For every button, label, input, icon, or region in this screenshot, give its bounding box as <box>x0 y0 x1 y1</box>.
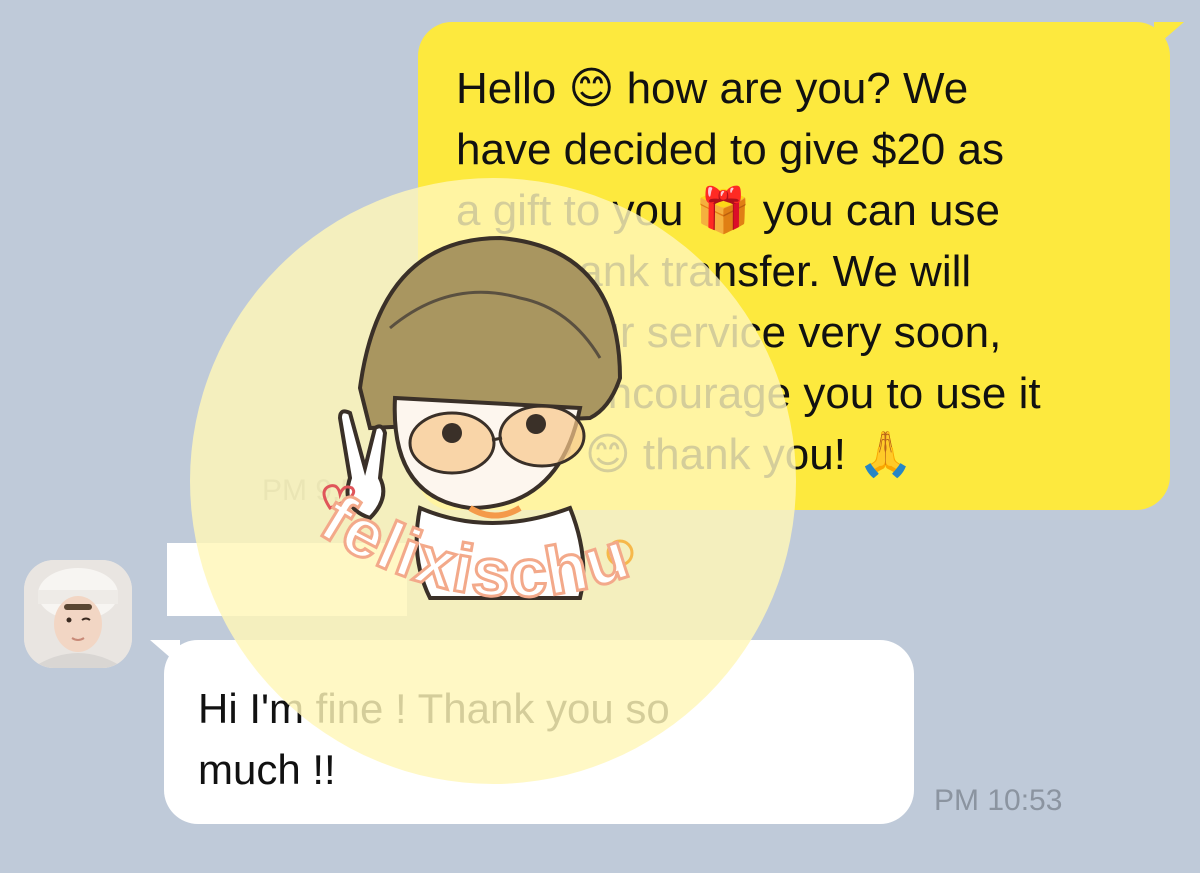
incoming-message-text: Hi I'm fine ! Thank you so much !! <box>198 685 670 793</box>
incoming-message-bubble[interactable]: Hi I'm fine ! Thank you so much !! <box>150 640 914 824</box>
outgoing-message-time: PM 9:53 <box>262 474 374 507</box>
avatar-photo-icon <box>24 560 132 668</box>
outgoing-message-text: Hello 😊 how are you? We have decided to … <box>456 64 1041 479</box>
sender-name <box>167 543 407 616</box>
incoming-message-time: PM 10:53 <box>934 784 1063 817</box>
outgoing-message-bubble[interactable]: Hello 😊 how are you? We have decided to … <box>418 22 1184 510</box>
contact-avatar[interactable] <box>24 560 132 668</box>
